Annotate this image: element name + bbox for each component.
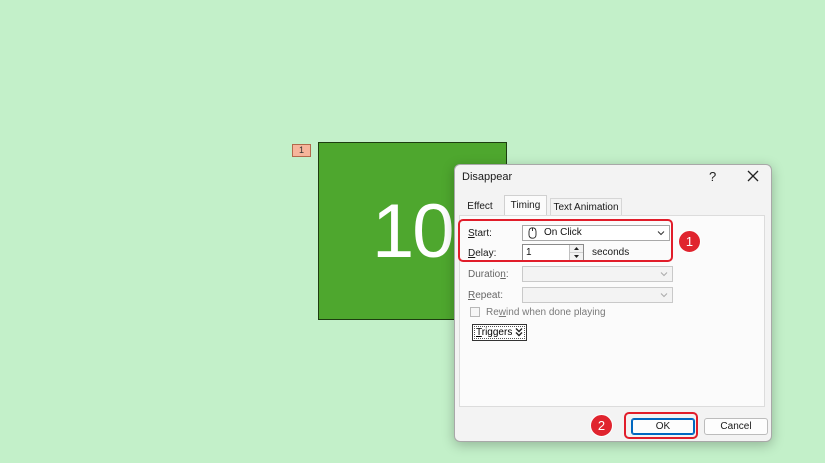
chevron-down-icon	[660, 272, 668, 277]
tab-effect[interactable]: Effect	[460, 198, 500, 215]
duration-label: Duration:	[468, 269, 509, 280]
callout-badge-2: 2	[590, 414, 613, 437]
tab-text-animation[interactable]: Text Animation	[550, 198, 622, 215]
animation-number-tag[interactable]: 1	[292, 144, 311, 157]
callout-badge-1: 1	[678, 230, 701, 253]
dialog-title: Disappear	[462, 171, 513, 183]
help-button[interactable]: ?	[709, 169, 716, 184]
rewind-checkbox[interactable]	[470, 307, 480, 317]
rewind-label: Rewind when done playing	[486, 307, 606, 318]
highlight-box-start-delay	[458, 219, 673, 262]
repeat-dropdown[interactable]	[522, 287, 673, 303]
cancel-button[interactable]: Cancel	[704, 418, 768, 435]
duration-dropdown[interactable]	[522, 266, 673, 282]
double-chevron-down-icon	[515, 328, 523, 337]
chevron-down-icon	[660, 293, 668, 298]
close-icon[interactable]	[745, 168, 761, 184]
effect-options-dialog: Disappear ? Effect Timing Text Animation…	[454, 164, 772, 442]
shape-text: 10	[372, 189, 455, 274]
repeat-label: Repeat:	[468, 290, 504, 301]
triggers-label: Triggers	[476, 327, 513, 338]
triggers-button[interactable]: Triggers	[472, 324, 527, 341]
tab-timing[interactable]: Timing	[504, 195, 547, 216]
highlight-box-ok	[624, 412, 698, 439]
